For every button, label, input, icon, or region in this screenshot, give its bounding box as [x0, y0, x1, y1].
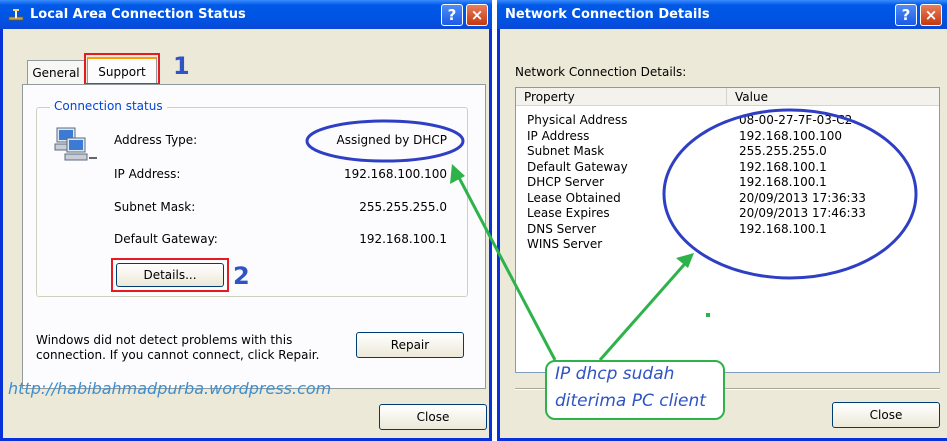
ip-address-value: 192.168.100.100 — [343, 167, 447, 181]
details-window-titlebar[interactable]: Network Connection Details ? × — [497, 0, 947, 29]
details-close-window-button[interactable]: × — [920, 4, 942, 26]
detail-row-property[interactable]: Lease Expires — [527, 206, 610, 221]
detail-row-value[interactable]: 08-00-27-7F-03-C2 — [739, 113, 852, 128]
default-gateway-value: 192.168.100.1 — [359, 232, 447, 246]
diagnosis-message: Windows did not detect problems with thi… — [36, 333, 320, 362]
details-close-button[interactable]: Close — [832, 402, 940, 428]
support-tab-highlight — [84, 53, 160, 85]
detail-row-property[interactable]: WINS Server — [527, 237, 602, 252]
note-line-2: diterima PC client — [555, 391, 706, 411]
repair-button[interactable]: Repair — [356, 332, 464, 358]
detail-row-value[interactable]: 192.168.100.1 — [739, 175, 827, 190]
status-close-button[interactable]: Close — [379, 404, 487, 430]
status-window-title: Local Area Connection Status — [30, 7, 246, 22]
detail-row-property[interactable]: Lease Obtained — [527, 191, 621, 206]
column-header-value[interactable]: Value — [727, 88, 939, 106]
watermark-url: http://habibahmadpurba.wordpress.com — [8, 379, 332, 398]
detail-row-value[interactable]: 192.168.100.100 — [739, 129, 842, 144]
connection-status-title: Connection status — [50, 99, 167, 113]
subnet-mask-label: Subnet Mask: — [114, 200, 196, 214]
detail-row-property[interactable]: DHCP Server — [527, 175, 604, 190]
help-button[interactable]: ? — [441, 4, 463, 26]
details-help-button[interactable]: ? — [895, 4, 917, 26]
ip-address-label: IP Address: — [114, 167, 181, 181]
note-line-1: IP dhcp sudah — [555, 364, 675, 384]
column-header-property[interactable]: Property — [516, 88, 727, 106]
close-window-button[interactable]: × — [466, 4, 488, 26]
detail-row-property[interactable]: IP Address — [527, 129, 589, 144]
detail-row-value[interactable]: 20/09/2013 17:36:33 — [739, 191, 866, 206]
subnet-mask-value: 255.255.255.0 — [359, 200, 447, 214]
detail-row-property[interactable]: DNS Server — [527, 222, 596, 237]
step-1-label: 1 — [173, 52, 190, 80]
detail-row-value[interactable]: 192.168.100.1 — [739, 160, 827, 175]
details-button-highlight — [111, 258, 229, 292]
details-window-title: Network Connection Details — [505, 7, 710, 22]
detail-row-value[interactable]: 255.255.255.0 — [739, 144, 827, 159]
tab-general[interactable]: General — [27, 60, 85, 84]
details-caption: Network Connection Details: — [515, 65, 687, 79]
status-window-titlebar[interactable]: Local Area Connection Status ? × — [0, 0, 492, 29]
detail-row-property[interactable]: Default Gateway — [527, 160, 628, 175]
default-gateway-label: Default Gateway: — [114, 232, 218, 246]
detail-row-property[interactable]: Subnet Mask — [527, 144, 604, 159]
address-type-value: Assigned by DHCP — [336, 133, 448, 147]
step-2-label: 2 — [233, 262, 250, 290]
status-window: Local Area Connection Status ? × General… — [0, 0, 492, 441]
detail-row-value[interactable]: 20/09/2013 17:46:33 — [739, 206, 866, 221]
network-connection-icon — [8, 7, 24, 23]
network-computers-icon — [53, 126, 99, 169]
address-type-label: Address Type: — [114, 133, 198, 147]
detail-row-value[interactable]: 192.168.100.1 — [739, 222, 827, 237]
detail-row-property[interactable]: Physical Address — [527, 113, 627, 128]
